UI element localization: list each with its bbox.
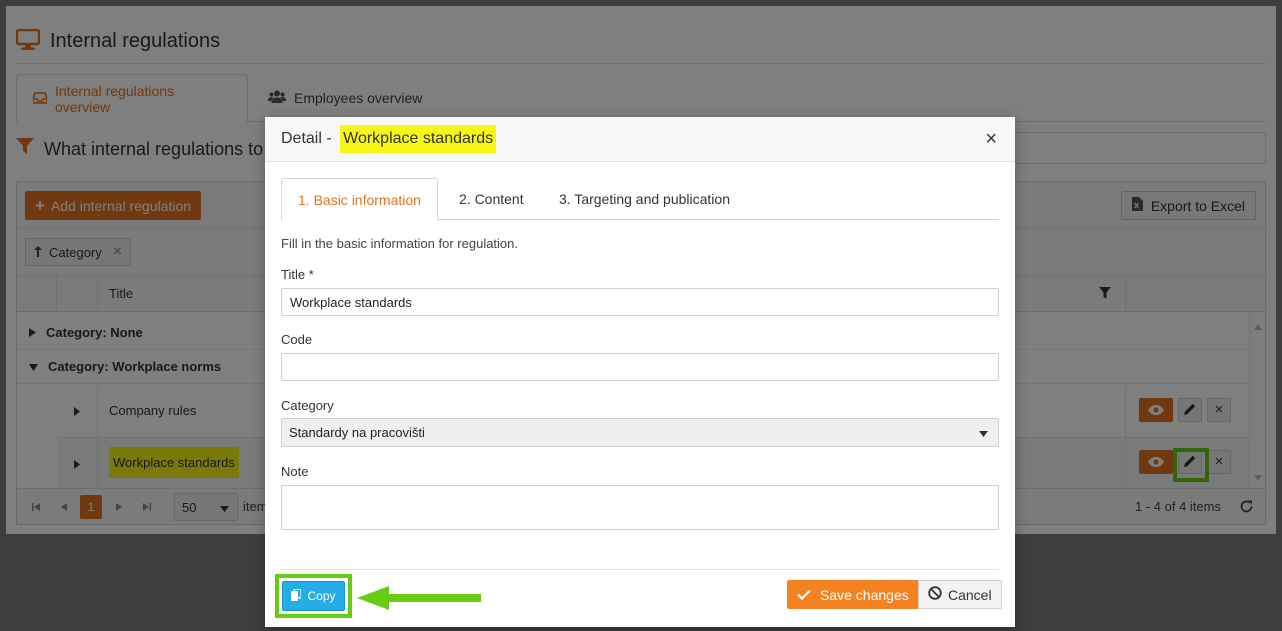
detail-modal: Detail - Workplace standards × 1. Basic …: [265, 117, 1015, 627]
annotation-arrow-icon: [357, 584, 483, 615]
cancel-button[interactable]: Cancel: [918, 580, 1002, 609]
save-changes-button[interactable]: Save changes: [787, 580, 919, 609]
category-select[interactable]: Standardy na pracovišti: [281, 418, 999, 447]
tab-targeting-and-publication[interactable]: 3. Targeting and publication: [543, 178, 746, 220]
footer-divider: [281, 569, 999, 570]
cancel-button-label: Cancel: [948, 586, 992, 603]
save-button-label: Save changes: [820, 586, 909, 603]
copy-button[interactable]: Copy: [282, 581, 345, 611]
modal-intro-text: Fill in the basic information for regula…: [281, 236, 519, 251]
title-field[interactable]: Workplace standards: [281, 288, 999, 316]
modal-title-name: Workplace standards: [340, 125, 497, 153]
close-icon[interactable]: ×: [985, 129, 997, 149]
modal-title-prefix: Detail -: [281, 130, 337, 147]
modal-header: Detail - Workplace standards ×: [265, 117, 1015, 162]
category-label: Category: [281, 398, 334, 413]
copy-button-label: Copy: [307, 589, 336, 603]
modal-tabs: 1. Basic information 2. Content 3. Targe…: [281, 178, 999, 221]
checkmark-icon: [797, 587, 811, 603]
category-select-value: Standardy na pracovišti: [289, 425, 425, 440]
code-label: Code: [281, 332, 313, 347]
ban-icon: [928, 586, 942, 603]
tab-content[interactable]: 2. Content: [443, 178, 540, 220]
note-label: Note: [281, 464, 309, 479]
chevron-down-icon: [979, 425, 988, 440]
tab-basic-information[interactable]: 1. Basic information: [281, 178, 438, 221]
code-field[interactable]: [281, 353, 999, 381]
modal-title: Detail - Workplace standards: [281, 125, 497, 153]
title-label: Title *: [281, 267, 314, 282]
copy-icon: [291, 587, 303, 604]
note-textarea[interactable]: [281, 485, 999, 530]
